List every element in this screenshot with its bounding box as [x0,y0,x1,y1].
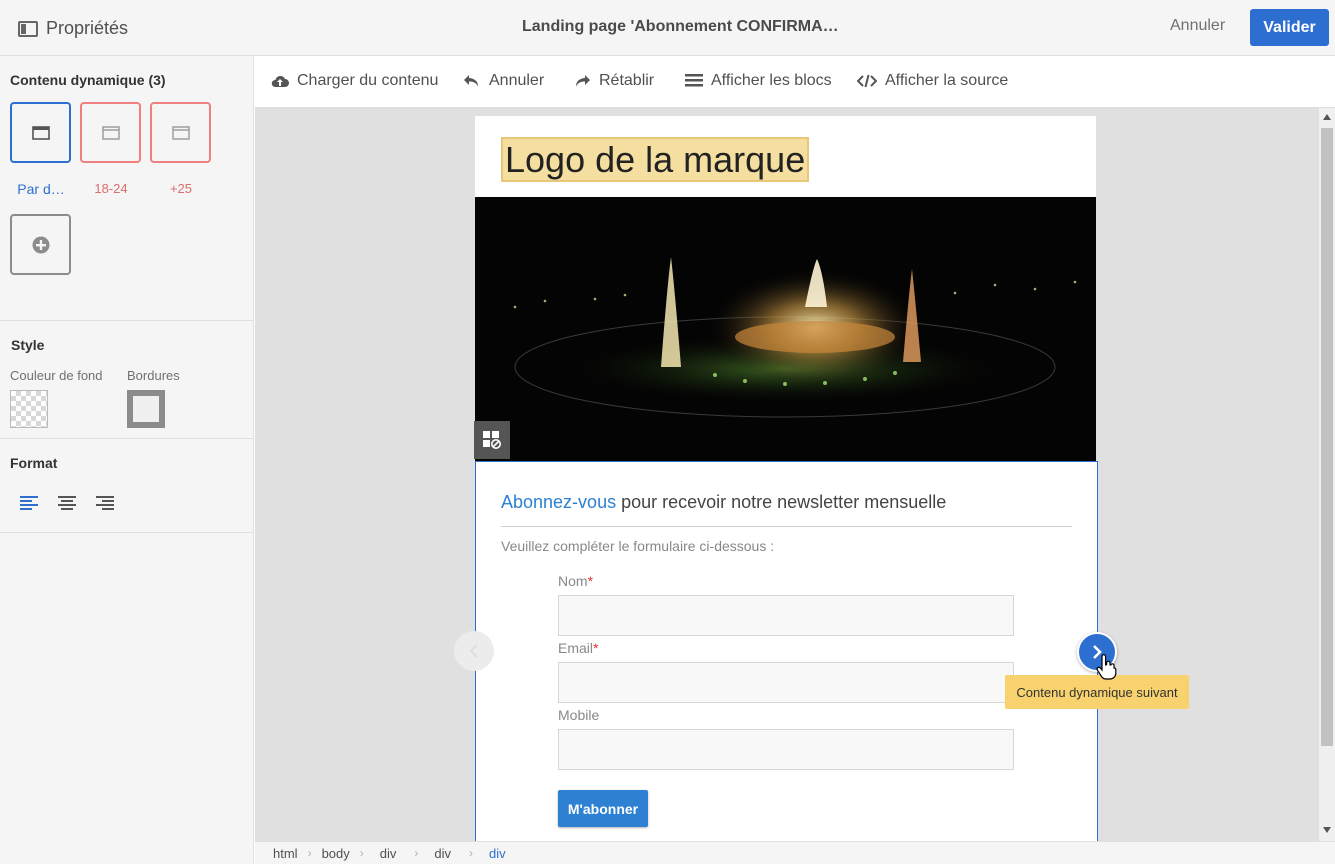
align-left-icon[interactable] [20,495,38,516]
document-title: Landing page 'Abonnement CONFIRMA… [522,18,839,35]
editor-canvas: Logo de la marque Abonnez-vous pour rece… [255,108,1319,841]
block-settings-button[interactable] [474,421,510,459]
show-source-label: Afficher la source [885,72,1009,89]
subscription-form-block[interactable]: Abonnez-vous pour recevoir notre newslet… [475,461,1098,841]
name-field[interactable] [558,595,1014,636]
breadcrumb: html › body › div › div › div [255,841,1335,864]
cancel-button[interactable]: Annuler [1170,17,1225,35]
undo-button[interactable]: Annuler [463,72,544,90]
breadcrumb-item[interactable]: html [273,846,298,861]
properties-toggle[interactable]: Propriétés [18,18,128,39]
redo-button[interactable]: Rétablir [573,72,654,90]
breadcrumb-separator-icon: › [359,846,364,860]
list-icon [685,74,703,87]
scroll-up-icon [1323,114,1331,120]
add-variant-button[interactable] [10,214,71,275]
dynamic-content-title: Contenu dynamique (3) [10,72,166,88]
cloud-upload-icon [271,75,289,87]
scroll-down-icon [1323,827,1331,833]
form-intro: Veuillez compléter le formulaire ci-dess… [501,538,775,554]
align-center-icon[interactable] [58,495,76,516]
name-label: Nom* [558,573,594,589]
show-blocks-label: Afficher les blocs [711,72,832,89]
chevron-left-icon [469,644,478,658]
layout-icon [171,125,190,140]
variant-default-thumb[interactable] [10,102,71,163]
email-label: Email* [558,640,599,656]
undo-label: Annuler [489,72,545,89]
layout-icon [101,125,120,140]
borders-label: Bordures [127,368,180,383]
headline-text: pour recevoir notre newsletter mensuelle [616,492,947,512]
mobile-field[interactable] [558,729,1014,770]
hand-cursor-icon [1095,654,1117,685]
validate-button[interactable]: Valider [1250,9,1329,46]
undo-icon [464,75,478,87]
upload-content-button[interactable]: Charger du contenu [271,72,438,90]
subscribe-button[interactable]: M'abonner [558,790,648,827]
style-title: Style [11,337,45,353]
variant-label[interactable]: Par d… [6,181,76,197]
divider [0,320,254,321]
upload-label: Charger du contenu [297,72,439,89]
redo-icon [576,75,590,87]
show-source-button[interactable]: Afficher la source [857,72,1008,90]
layout-icon [31,125,50,140]
align-right-icon[interactable] [96,495,114,516]
background-color-swatch[interactable] [10,390,48,428]
breadcrumb-separator-icon: › [414,846,419,860]
brand-logo-placeholder[interactable]: Logo de la marque [501,137,810,182]
properties-panel: Contenu dynamique (3) Par d… 18-24 +25 S… [0,56,254,864]
top-bar: Propriétés Landing page 'Abonnement CONF… [0,0,1335,56]
block-disable-icon [483,431,501,449]
editor-toolbar: Charger du contenu Annuler Rétablir Affi… [255,56,1335,108]
previous-variant-button[interactable] [454,631,494,671]
panel-icon [18,20,38,37]
variant-18-24-thumb[interactable] [80,102,141,163]
mobile-label: Mobile [558,707,600,723]
variant-label[interactable]: +25 [146,181,216,196]
redo-label: Rétablir [599,72,655,89]
breadcrumb-item[interactable]: div [489,846,506,861]
breadcrumb-item[interactable]: div [434,846,451,861]
borders-swatch[interactable] [127,390,165,428]
scrollbar-thumb[interactable] [1321,128,1333,746]
breadcrumb-item[interactable]: div [380,846,397,861]
divider [501,526,1072,527]
vertical-scrollbar[interactable] [1319,108,1335,841]
form-headline: Abonnez-vous pour recevoir notre newslet… [501,492,946,513]
format-title: Format [10,455,58,471]
divider [0,438,254,439]
breadcrumb-item[interactable]: body [322,846,350,861]
plus-circle-icon [32,236,49,253]
email-field[interactable] [558,662,1014,703]
divider [0,532,254,533]
variant-25-thumb[interactable] [150,102,211,163]
variant-label[interactable]: 18-24 [76,181,146,196]
breadcrumb-separator-icon: › [469,846,474,860]
properties-title: Propriétés [46,18,129,38]
breadcrumb-separator-icon: › [307,846,312,860]
background-color-label: Couleur de fond [10,368,103,383]
show-blocks-button[interactable]: Afficher les blocs [685,72,832,90]
fountain-image[interactable] [475,197,1096,461]
subscribe-link[interactable]: Abonnez-vous [501,492,616,512]
code-icon [857,74,877,88]
